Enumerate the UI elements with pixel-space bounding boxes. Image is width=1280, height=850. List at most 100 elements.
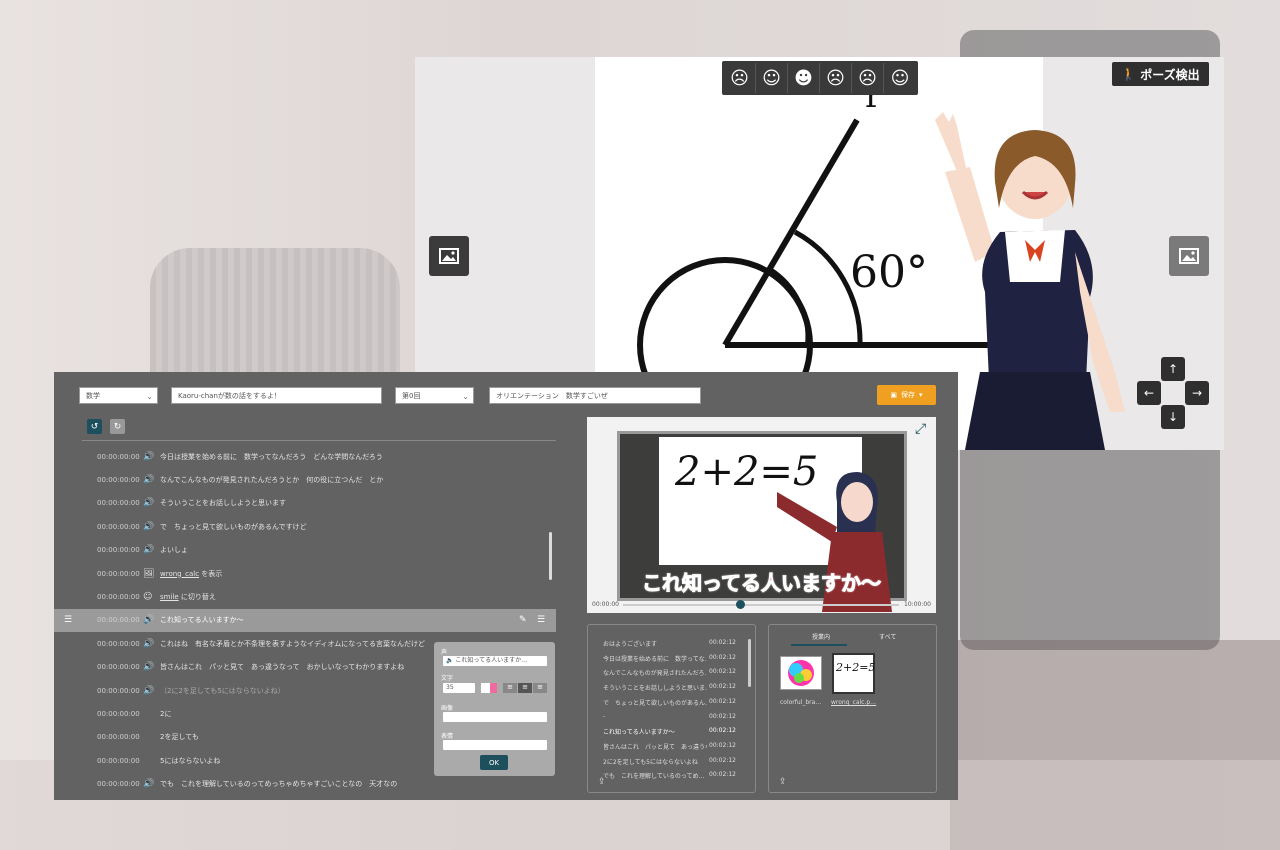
table-row[interactable]: 00:00:00:00 🔊 今日は授業を始める前に 数学ってなんだろう どんな学問な… xyxy=(54,445,556,468)
row-text: （2に2を足しても5にはならないよね） xyxy=(160,686,285,696)
row-time: 00:00:00:00 xyxy=(97,546,140,555)
fullscreen-icon[interactable]: ⤢ xyxy=(915,421,933,439)
sad-face-icon[interactable]: ☹ xyxy=(820,63,852,93)
speaker-icon[interactable]: 🔊 xyxy=(143,686,154,696)
table-row[interactable]: 00:00:00:00 🔊 で ちょっと見て欲しいものがあるんですけど xyxy=(54,515,556,538)
laugh-face-icon[interactable]: ☻ xyxy=(788,63,820,93)
list-item-time: 00:02:12 xyxy=(709,683,736,691)
speaker-icon[interactable]: 🔊 xyxy=(143,498,154,508)
table-row[interactable]: 00:00:00:00 🔊 なんでこんなものが発見されたんだろうとか 何の役に立つん… xyxy=(54,468,556,491)
list-item[interactable]: - 00:02:12 xyxy=(603,713,743,722)
align-left-icon[interactable]: ≡ xyxy=(503,683,517,693)
row-asset-link[interactable]: wrong_calc xyxy=(160,570,199,578)
speaker-icon: 🔈 xyxy=(446,657,454,664)
speaker-icon[interactable]: 🔊 xyxy=(143,545,154,555)
table-row[interactable]: ☰ 00:00:00:00 🔊 これ知ってる人いますか〜 ✎ ☰ xyxy=(54,608,556,632)
image-icon[interactable]: 🖼 xyxy=(143,569,154,579)
episode-title-input[interactable]: オリエンテーション 数学すごいぜ xyxy=(489,387,701,404)
move-left-button[interactable]: ← xyxy=(1137,381,1161,405)
expression-label: 表情 xyxy=(441,733,454,740)
assets-panel: 授業内 すべて colorful_bra… 2+2=5 wrong_calc.p… xyxy=(768,624,937,793)
menu-icon[interactable]: ☰ xyxy=(537,615,545,625)
scrollbar[interactable] xyxy=(549,532,552,580)
subject-value: 数学 xyxy=(86,392,100,400)
speaker-icon[interactable]: 🔊 xyxy=(143,475,154,485)
move-right-button[interactable]: → xyxy=(1185,381,1209,405)
image-right-button[interactable] xyxy=(1169,236,1209,276)
list-item[interactable]: 🔊これ知ってる人いますか〜00:02:12 xyxy=(603,727,743,738)
table-row[interactable]: 00:00:00:00 🔊 でも これを理解しているのってめっちゃめちゃすごいことな… xyxy=(54,773,556,796)
row-time: 00:00:00:00 xyxy=(97,522,140,531)
list-item-text: で ちょっと見て欲しいものがあるん… xyxy=(603,699,707,707)
row-time: 00:00:00:00 xyxy=(97,499,140,508)
table-row[interactable]: 00:00:00:00 🔊 そういうことをお話ししようと思います xyxy=(54,492,556,515)
speaker-icon[interactable]: 🔊 xyxy=(143,639,154,649)
text-color-pink[interactable] xyxy=(490,683,497,693)
save-button[interactable]: ▣ 保存 ▾ xyxy=(877,385,936,405)
tab-in-class[interactable]: 授業内 xyxy=(812,632,830,641)
row-time: 00:00:00:00 xyxy=(97,686,140,695)
smile-face-icon[interactable]: ☺ xyxy=(143,592,152,602)
redo-button[interactable]: ↻ xyxy=(110,419,125,434)
seek-bar[interactable] xyxy=(623,604,899,606)
list-item[interactable]: 2に2を足しても5にはならないよね 00:02:12 xyxy=(603,757,743,768)
list-item[interactable]: で ちょっと見て欲しいものがあるん… 00:02:12 xyxy=(603,698,743,709)
smile-face-icon[interactable]: ☺ xyxy=(756,63,788,93)
move-down-button[interactable]: ↓ xyxy=(1161,405,1185,429)
walking-person-icon: 🚶 xyxy=(1121,67,1137,81)
table-row[interactable]: 00:00:00:00 🔊 よいしょ xyxy=(54,539,556,562)
list-item-text: - xyxy=(603,712,606,720)
episode-select[interactable]: 第0回 ⌄ xyxy=(395,387,474,404)
row-time: 00:00:00:00 xyxy=(97,592,140,601)
arrow-up-icon: ↑ xyxy=(1167,362,1179,376)
speaker-icon[interactable]: 🔊 xyxy=(143,779,154,789)
row-asset-link[interactable]: smile xyxy=(160,593,179,601)
row-time: 00:00:00:00 xyxy=(97,639,140,648)
speaker-icon[interactable]: 🔊 xyxy=(143,615,154,625)
drag-handle-icon[interactable]: ☰ xyxy=(64,615,72,625)
image-left-button[interactable] xyxy=(429,236,469,276)
speaker-icon[interactable]: 🔊 xyxy=(143,522,154,532)
list-item-time: 00:02:12 xyxy=(709,771,736,779)
lesson-title-input[interactable]: Kaoru-chanが数の話をするよ！ xyxy=(171,387,382,404)
row-text-value: 今日は授業を始める前に 数学ってなんだろう どんな学問なんだろう xyxy=(160,452,383,461)
subject-select[interactable]: 数学 ⌄ xyxy=(79,387,158,404)
speaker-icon[interactable]: 🔊 xyxy=(143,452,154,462)
upload-icon[interactable]: ⇪ xyxy=(598,777,606,787)
tab-all[interactable]: すべて xyxy=(879,632,896,641)
subtitle-caption: これ知ってる人いますか〜 xyxy=(642,571,882,596)
expression-select[interactable] xyxy=(443,740,547,750)
align-center-icon[interactable]: ≡ xyxy=(518,683,532,693)
table-row[interactable]: 00:00:00:00 🖼 wrong_calc を表示 xyxy=(54,562,556,585)
list-item-time: 00:02:12 xyxy=(709,639,736,646)
upload-icon[interactable]: ⇪ xyxy=(779,777,787,787)
asset-thumb-colorful-brain[interactable] xyxy=(780,656,822,690)
edit-icon[interactable]: ✎ xyxy=(519,615,527,625)
image-icon xyxy=(439,248,459,264)
script-list-scrollbar[interactable] xyxy=(748,639,751,687)
speaker-icon[interactable]: 🔊 xyxy=(143,662,154,672)
ok-button[interactable]: OK xyxy=(480,755,508,770)
align-right-icon[interactable]: ≡ xyxy=(533,683,547,693)
list-item[interactable]: そういうことをお話ししようと思いま… 00:02:12 xyxy=(603,683,743,694)
image-select[interactable] xyxy=(443,712,547,722)
table-row[interactable]: 00:00:00:00 ☺ smile に切り替え xyxy=(54,585,556,608)
asset-thumb-wrong-calc[interactable]: 2+2=5 xyxy=(832,653,875,694)
list-item[interactable]: 今日は授業を始める前に 数学ってな… 00:02:12 xyxy=(603,654,743,665)
pose-detect-button[interactable]: 🚶 ポーズ検出 xyxy=(1112,62,1209,86)
row-text: wrong_calc を表示 xyxy=(160,569,222,579)
voice-select[interactable]: 🔈 これ知ってる人いますか… xyxy=(443,656,547,666)
move-up-button[interactable]: ↑ xyxy=(1161,357,1185,381)
angry-face-icon[interactable]: ☹ xyxy=(852,63,884,93)
surprised-face-icon[interactable]: ☺ xyxy=(884,63,916,93)
font-size-select[interactable]: 35 xyxy=(443,683,475,693)
list-item[interactable]: 皆さんはこれ パッと見て あっ違うな… 00:02:12 xyxy=(603,742,743,753)
time-end: 10:00:00 xyxy=(904,601,931,608)
neutral-face-icon[interactable]: ☹ xyxy=(724,63,756,93)
undo-button[interactable]: ↺ xyxy=(87,419,102,434)
list-item[interactable]: なんでこんなものが発見されたんだろ… 00:02:12 xyxy=(603,668,743,679)
seek-knob[interactable] xyxy=(736,600,745,609)
list-item[interactable]: おはようございます 00:02:12 xyxy=(603,639,743,650)
row-text-value: これはね 有名な矛盾とか不条理を表すようなイディオムになってる言葉なんだけど xyxy=(160,639,425,648)
list-item[interactable]: でも これを理解しているのってめ… 00:02:12 xyxy=(603,771,743,782)
